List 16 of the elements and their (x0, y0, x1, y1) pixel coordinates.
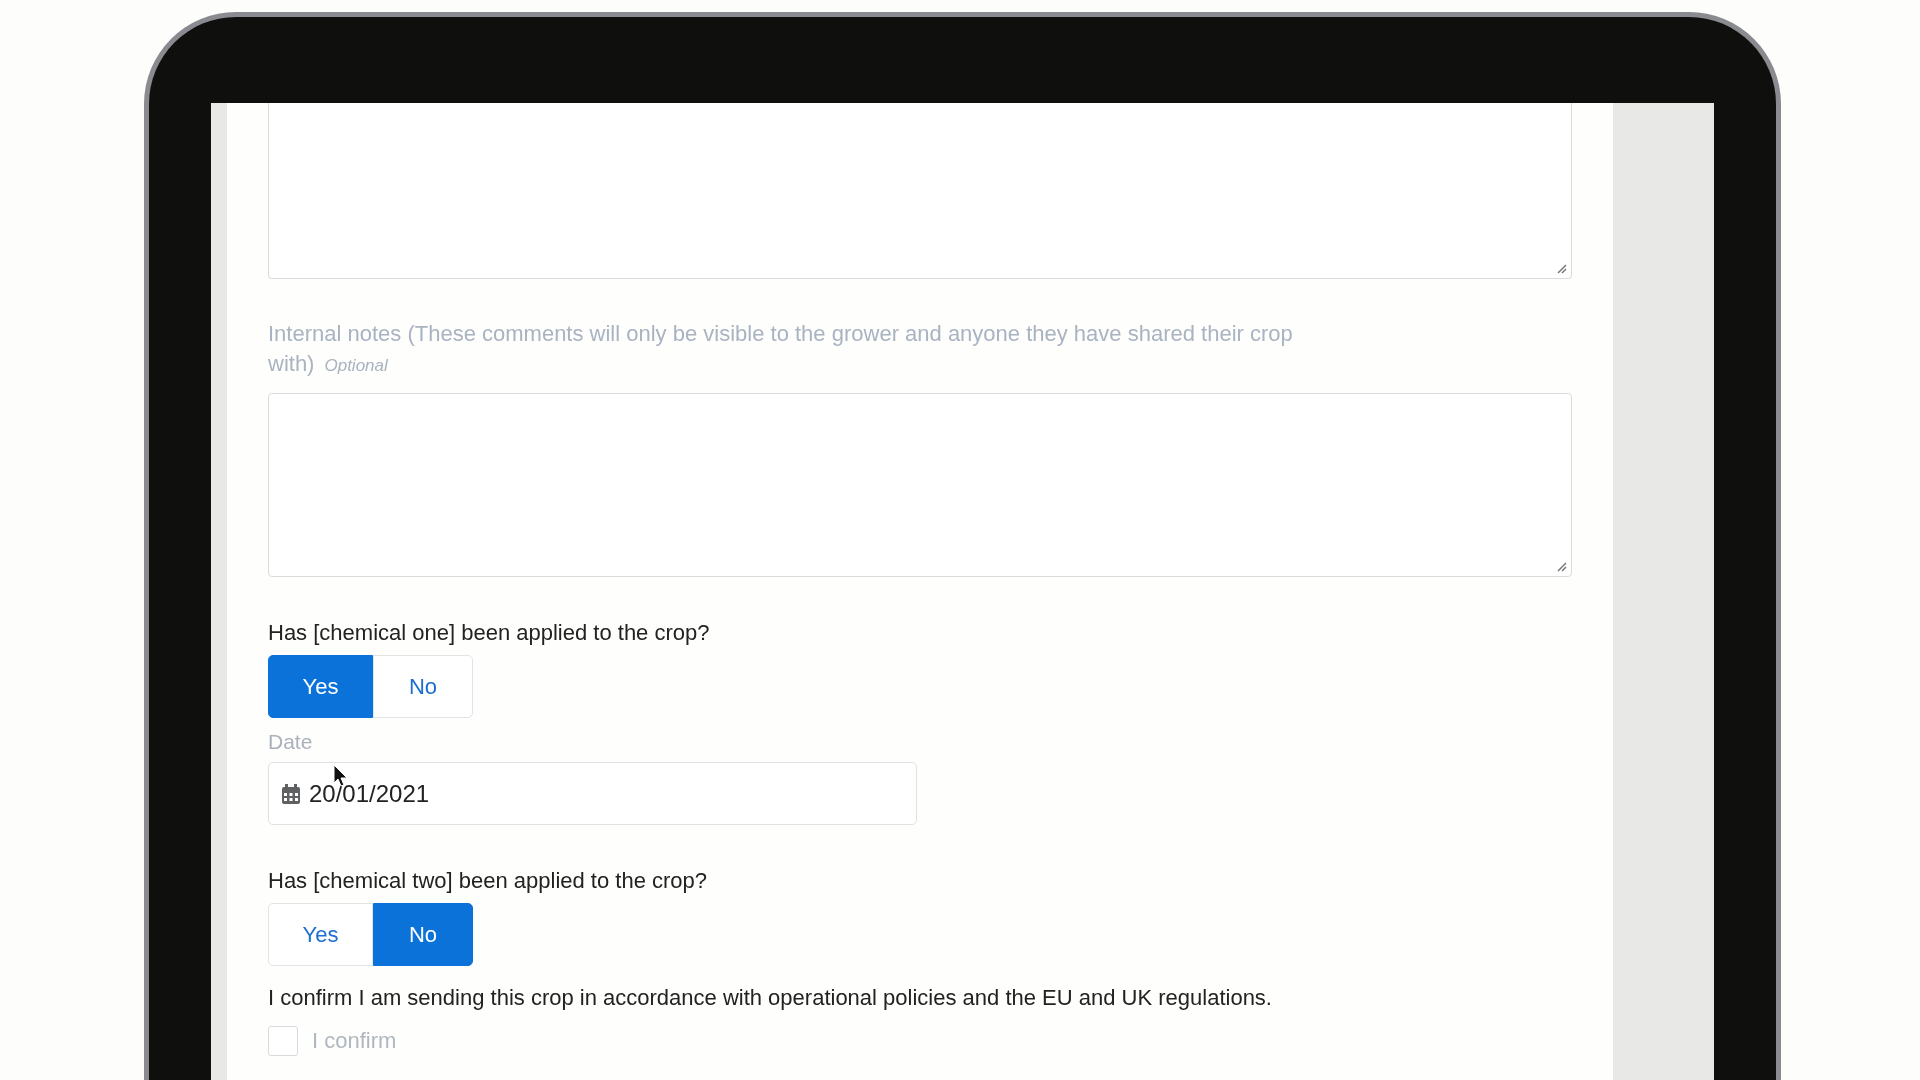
option-button[interactable]: No (373, 655, 473, 718)
resize-handle-icon[interactable] (1555, 262, 1567, 274)
question-text: I confirm I am sending this crop in accordance with operational policies and the EU and UK regulations. (268, 984, 1273, 1012)
question-text: Has [chemical two] been applied to the crop? (268, 867, 709, 895)
resize-handle-icon[interactable] (1555, 560, 1567, 572)
checkbox-label: I confirm (312, 1027, 397, 1055)
calendar-icon (281, 782, 301, 805)
field-label: Internal notes (These comments will only be visible to the grower and anyone they have shared their crop with) Optional (268, 320, 1294, 378)
date-field[interactable]: 20/01/2021 (268, 762, 917, 825)
field-label: Date (268, 729, 314, 755)
option-button[interactable]: Yes (268, 655, 373, 718)
option-button[interactable]: No (373, 903, 473, 966)
checkbox[interactable] (268, 1025, 298, 1056)
date-value: 20/01/2021 (309, 781, 430, 806)
question-text: Has [chemical one] been applied to the crop? (268, 619, 711, 647)
option-button[interactable]: Yes (268, 903, 373, 966)
